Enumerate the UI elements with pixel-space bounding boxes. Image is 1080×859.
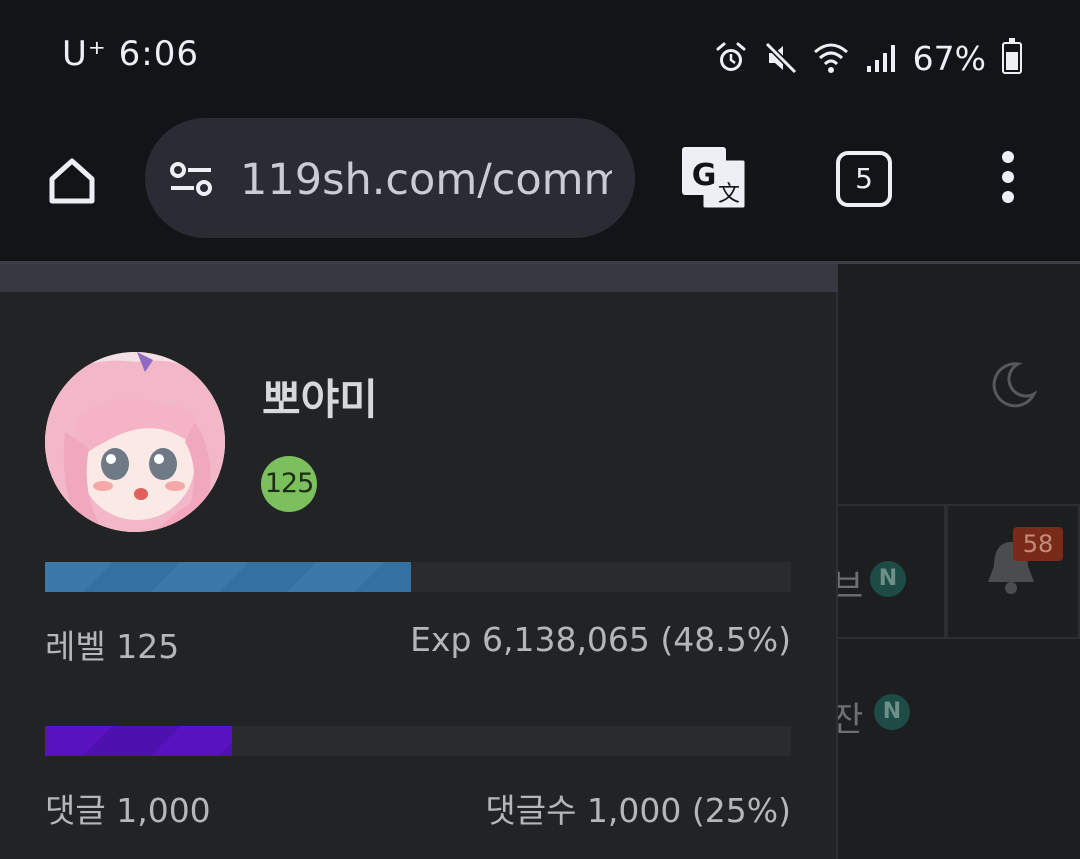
username[interactable]: 뽀야미	[262, 366, 378, 427]
status-bar: U⁺ 6:06 67%	[0, 0, 1080, 115]
battery-percent: 67%	[912, 38, 986, 78]
tab-switcher-button[interactable]: 5	[836, 151, 892, 207]
web-page: 브 N 잔 N 58 뽀야미 125 레벨 125 Exp 6,138,065 …	[0, 264, 1080, 859]
new-badge: N	[870, 561, 906, 597]
notification-count-badge: 58	[1013, 527, 1063, 561]
level-label: 레벨 125	[45, 627, 180, 666]
address-bar[interactable]: 119sh.com/community	[145, 118, 635, 238]
level-badge: 125	[261, 456, 317, 512]
site-settings-icon[interactable]	[169, 159, 213, 199]
browser-toolbar: 119sh.com/community G 文 5	[0, 115, 1080, 262]
dark-mode-icon[interactable]	[988, 360, 1038, 410]
mute-icon	[764, 41, 797, 75]
avatar[interactable]	[45, 352, 225, 532]
home-icon[interactable]	[44, 153, 100, 209]
overflow-menu-icon[interactable]	[998, 151, 1018, 207]
comment-progress-bar	[45, 726, 791, 756]
alarm-icon	[716, 42, 746, 71]
status-icons: 67%	[713, 36, 1022, 80]
translate-icon[interactable]: G 文	[680, 145, 748, 211]
comment-label: 댓글 1,000	[45, 791, 211, 830]
exp-progress-bar	[45, 562, 791, 592]
page-header-strip	[0, 264, 838, 292]
exp-progress-fill	[45, 562, 411, 592]
exp-value: Exp 6,138,065 (48.5%)	[410, 620, 791, 659]
comment-progress-fill	[45, 726, 232, 756]
signal-icon	[866, 45, 895, 72]
svg-text:G: G	[692, 158, 717, 193]
new-badge: N	[874, 694, 910, 730]
profile-panel: 뽀야미 125 레벨 125 Exp 6,138,065 (48.5%) 댓글 …	[0, 292, 838, 859]
battery-icon	[1002, 38, 1022, 74]
carrier-time: U⁺ 6:06	[62, 34, 199, 74]
url-text[interactable]: 119sh.com/community	[240, 152, 612, 208]
svg-text:文: 文	[718, 182, 740, 207]
comment-count-value: 댓글수 1,000 (25%)	[485, 791, 791, 830]
wifi-icon	[813, 43, 848, 73]
